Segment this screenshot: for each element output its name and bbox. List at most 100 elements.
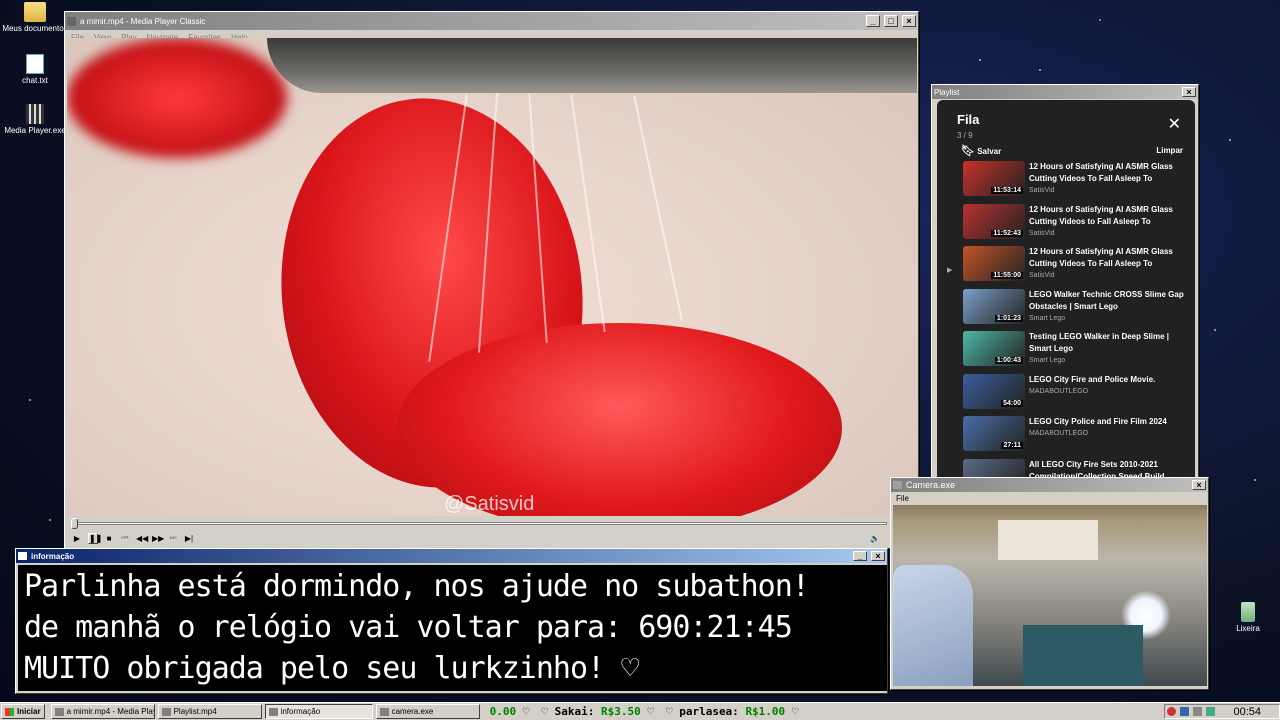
- video-title[interactable]: 12 Hours of Satisfying AI ASMR Glass Cut…: [1029, 246, 1185, 270]
- desktop-icon-recycle-bin[interactable]: Lixeira: [1213, 602, 1280, 633]
- media-player-titlebar[interactable]: a mimir.mp4 - Media Player Classic _ □ ×: [65, 12, 918, 30]
- channel-name[interactable]: Smart Lego: [1029, 315, 1185, 322]
- tray-icon[interactable]: [1180, 707, 1190, 716]
- channel-name[interactable]: SatisVid: [1029, 187, 1185, 194]
- queue-item[interactable]: 1:00:43 Testing LEGO Walker in Deep Slime…: [937, 331, 1195, 374]
- play-icon[interactable]: ▶: [72, 534, 82, 543]
- video-title[interactable]: LEGO City Fire and Police Movie.: [1029, 374, 1185, 386]
- camera-menu-file[interactable]: File: [891, 492, 1208, 505]
- seek-thumb[interactable]: [71, 518, 78, 529]
- close-button[interactable]: ×: [1192, 480, 1206, 490]
- pause-icon[interactable]: ❚❚: [88, 532, 102, 544]
- queue-item[interactable]: 1:01:23 LEGO Walker Technic CROSS Slime G…: [937, 288, 1195, 332]
- ticker-name: Sakai:: [554, 705, 595, 718]
- ticker-amount: R$1.00: [745, 705, 786, 718]
- close-icon[interactable]: ✕: [1168, 114, 1181, 134]
- taskbar-button[interactable]: a mimir.mp4 - Media Playe...: [50, 704, 155, 719]
- minimize-button[interactable]: _: [853, 551, 867, 561]
- camera-blanket: [893, 565, 973, 686]
- camera-app-icon: [893, 481, 902, 489]
- video-thumbnail[interactable]: 11:55:00: [963, 246, 1025, 281]
- seek-bar[interactable]: [67, 518, 917, 530]
- queue-item[interactable]: 11:52:43 12 Hours of Satisfying AI ASMR G…: [937, 203, 1195, 247]
- info-line-1: Parlinha está dormindo, nos ajude no sub…: [24, 569, 810, 604]
- tray-icon[interactable]: [1206, 707, 1216, 716]
- camera-desk: [1023, 625, 1143, 686]
- camera-titlebar[interactable]: Camera.exe ×: [891, 478, 1208, 492]
- video-title[interactable]: 12 Hours of Satisfying AI ASMR Glass Cut…: [1029, 204, 1185, 228]
- video-duration: 11:53:14: [991, 187, 1023, 194]
- video-thumbnail[interactable]: 1:00:43: [963, 331, 1025, 366]
- close-button[interactable]: ×: [1182, 87, 1196, 97]
- queue-title: Fila: [957, 112, 980, 127]
- video-thumbnail[interactable]: 11:52:43: [963, 203, 1025, 239]
- tray-icon[interactable]: [1193, 707, 1203, 716]
- tray-icon[interactable]: [1167, 707, 1177, 716]
- previous-icon[interactable]: ⏮: [120, 533, 130, 543]
- desktop-icon-my-documents[interactable]: Meus documentos: [0, 2, 70, 33]
- camera-window[interactable]: Camera.exe × File: [890, 477, 1209, 690]
- taskbar-button[interactable]: camera.exe: [375, 704, 480, 719]
- video-frame[interactable]: @Satisvid: [67, 38, 917, 516]
- video-thumbnail[interactable]: 27:11: [963, 416, 1025, 451]
- ticker-lead: 0.00 ♡: [490, 705, 530, 718]
- task-buttons: a mimir.mp4 - Media Playe... Playlist.mp4…: [50, 704, 480, 719]
- fast-forward-icon[interactable]: ▶▶: [152, 534, 164, 543]
- video-thumbnail[interactable]: 54:00: [963, 373, 1025, 409]
- window-icon: [54, 707, 64, 716]
- seek-track[interactable]: [71, 522, 887, 525]
- channel-name[interactable]: SatisVid: [1029, 230, 1185, 237]
- ticker-amount: R$3.50: [600, 705, 641, 718]
- video-duration: 11:55:00: [991, 272, 1023, 279]
- taskbar-button[interactable]: informação: [264, 704, 373, 719]
- next-icon[interactable]: ⏭: [168, 533, 178, 543]
- now-playing-icon: [947, 374, 963, 394]
- queue-item[interactable]: 11:53:14 12 Hours of Satisfying AI ASMR G…: [937, 161, 1195, 204]
- playlist-titlebar[interactable]: Playlist ×: [932, 85, 1198, 99]
- clock[interactable]: 00:54: [1233, 706, 1261, 718]
- info-window[interactable]: informação _ × Parlinha está dormindo, n…: [15, 548, 888, 694]
- close-button[interactable]: ×: [902, 15, 916, 27]
- clear-button[interactable]: Limpar: [1156, 146, 1183, 155]
- windows-logo-icon: [5, 707, 14, 716]
- maximize-button[interactable]: □: [884, 15, 898, 27]
- desktop-icon-label: chat.txt: [22, 76, 48, 85]
- volume-icon[interactable]: 🔈: [870, 534, 880, 543]
- desktop-icon-chat-txt[interactable]: chat.txt: [0, 54, 70, 85]
- video-title[interactable]: LEGO Walker Technic CROSS Slime Gap Obst…: [1029, 289, 1185, 313]
- rewind-icon[interactable]: ◀◀: [136, 534, 148, 543]
- taskbar-button-label: a mimir.mp4 - Media Playe...: [66, 707, 154, 716]
- info-titlebar[interactable]: informação _ ×: [16, 549, 887, 563]
- stop-icon[interactable]: ■: [104, 534, 114, 543]
- video-title[interactable]: LEGO City Police and Fire Film 2024: [1029, 416, 1185, 428]
- info-line-3: MUITO obrigada pelo seu lurkzinho! ♡: [24, 651, 639, 686]
- channel-name[interactable]: MADABOUTLEGO: [1029, 388, 1185, 395]
- channel-name[interactable]: Smart Lego: [1029, 357, 1185, 364]
- video-title[interactable]: All LEGO City Fire Sets 2010-2021 Compil…: [1029, 459, 1185, 479]
- close-button[interactable]: ×: [871, 551, 885, 561]
- video-duration: 1:01:23: [994, 314, 1023, 322]
- video-title[interactable]: Testing LEGO Walker in Deep Slime | Smar…: [1029, 331, 1185, 355]
- video-thumbnail[interactable]: 1:01:23: [963, 288, 1025, 324]
- knife-blade: [267, 38, 917, 93]
- desktop-icon-media-player[interactable]: Media Player.exe: [0, 104, 70, 135]
- queue-item[interactable]: 27:11 LEGO City Police and Fire Film 2024…: [937, 416, 1195, 459]
- channel-name[interactable]: SatisVid: [1029, 272, 1185, 279]
- video-thumbnail[interactable]: [963, 458, 1025, 478]
- now-playing-icon: [947, 289, 963, 309]
- save-label: Salvar: [977, 147, 1002, 156]
- video-thumbnail[interactable]: 11:53:14: [963, 161, 1025, 196]
- taskbar-button[interactable]: Playlist.mp4: [157, 704, 262, 719]
- queue-item[interactable]: 54:00 LEGO City Fire and Police Movie. MAD…: [937, 373, 1195, 417]
- video-title[interactable]: 12 Hours of Satisfying AI ASMR Glass Cut…: [1029, 161, 1185, 185]
- queue-item[interactable]: ▶ 11:55:00 12 Hours of Satisfying AI ASMR …: [937, 246, 1195, 289]
- window-icon: [161, 707, 171, 716]
- minimize-button[interactable]: _: [866, 15, 880, 27]
- channel-name[interactable]: MADABOUTLEGO: [1029, 430, 1185, 437]
- start-button[interactable]: Iniciar: [1, 704, 45, 719]
- save-button[interactable]: 🔖︎ Salvar: [961, 144, 1001, 157]
- queue-item[interactable]: All LEGO City Fire Sets 2010-2021 Compil…: [937, 458, 1195, 479]
- frame-step-icon[interactable]: ▶|: [184, 534, 194, 543]
- camera-title: Camera.exe: [906, 480, 956, 490]
- now-playing-icon: [947, 331, 963, 351]
